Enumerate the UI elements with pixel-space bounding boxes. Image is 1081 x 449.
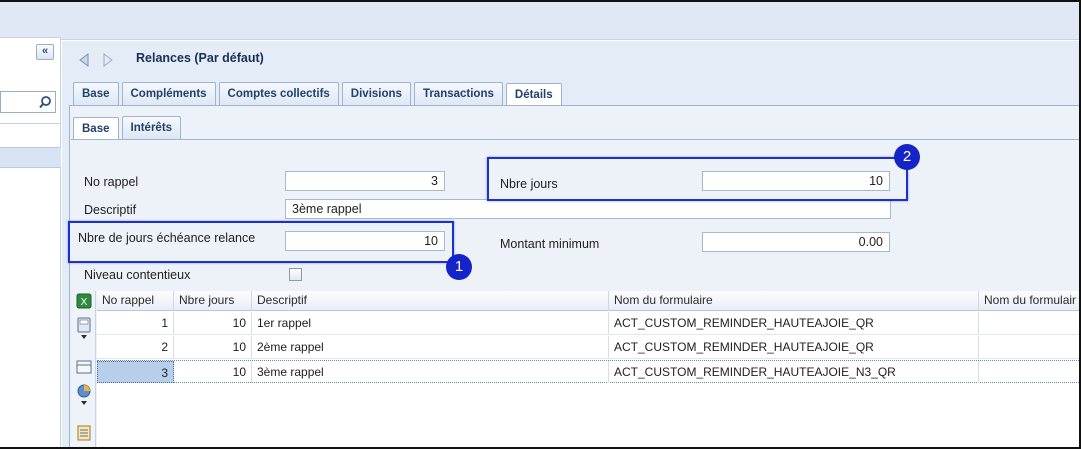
cell-nbre-jours[interactable]: 10 <box>174 336 252 358</box>
cell-descriptif[interactable]: 2ème rappel <box>252 336 609 358</box>
tab-complements[interactable]: Compléments <box>121 82 216 106</box>
sub-tabs: Base Intérêts <box>73 116 184 141</box>
cell-descriptif[interactable]: 1er rappel <box>252 312 609 334</box>
col-header-descriptif[interactable]: Descriptif <box>252 291 609 311</box>
back-arrow-icon[interactable] <box>78 53 90 67</box>
callout-box-2 <box>487 157 908 201</box>
left-navigation-pane: « <box>0 0 61 449</box>
callout-box-1 <box>68 221 454 263</box>
col-header-nbre-jours[interactable]: Nbre jours <box>174 291 252 311</box>
cell-no-rappel[interactable]: 3 <box>97 361 174 383</box>
grid-header: No rappel Nbre jours Descriptif Nom du f… <box>97 291 1081 311</box>
cell-nom-formulaire-2[interactable] <box>979 361 1081 383</box>
col-header-nom-formulaire-2[interactable]: Nom du formulair <box>979 291 1081 311</box>
cell-descriptif[interactable]: 3ème rappel <box>252 361 609 383</box>
grid-toolbar: X <box>72 291 96 449</box>
cell-nom-formulaire-2[interactable] <box>979 336 1081 358</box>
table-row[interactable]: 2 10 2ème rappel ACT_CUSTOM_REMINDER_HAU… <box>97 336 1081 359</box>
svg-text:X: X <box>81 297 88 308</box>
table-row[interactable]: 1 10 1er rappel ACT_CUSTOM_REMINDER_HAUT… <box>97 312 1081 335</box>
callout-badge-2: 2 <box>894 144 920 170</box>
subtab-interets[interactable]: Intérêts <box>121 116 182 140</box>
chart-dropdown-icon[interactable] <box>76 399 92 407</box>
left-divider <box>0 123 61 124</box>
collapse-pane-button[interactable]: « <box>36 44 54 60</box>
save-layout-dropdown-icon[interactable] <box>76 333 92 341</box>
cell-nom-formulaire[interactable]: ACT_CUSTOM_REMINDER_HAUTEAJOIE_N3_QR <box>609 361 979 383</box>
forward-arrow-icon[interactable] <box>102 53 114 67</box>
excel-export-icon[interactable]: X <box>76 293 92 309</box>
montant-minimum-field[interactable]: 0.00 <box>702 232 890 252</box>
niveau-contentieux-checkbox[interactable] <box>289 268 302 281</box>
columns-icon[interactable] <box>76 359 92 375</box>
descriptif-field[interactable]: 3ème rappel <box>285 199 891 219</box>
cell-nbre-jours[interactable]: 10 <box>174 312 252 334</box>
cell-nbre-jours[interactable]: 10 <box>174 361 252 383</box>
cell-nom-formulaire-2[interactable] <box>979 312 1081 334</box>
no-rappel-label: No rappel <box>84 175 139 189</box>
report-icon[interactable] <box>76 425 92 441</box>
cell-nom-formulaire[interactable]: ACT_CUSTOM_REMINDER_HAUTEAJOIE_QR <box>609 336 979 358</box>
callout-badge-1: 1 <box>446 254 472 280</box>
left-selected-item[interactable] <box>0 147 61 168</box>
descriptif-label: Descriptif <box>84 203 137 217</box>
left-header-tab <box>0 2 61 38</box>
left-search-input[interactable] <box>0 91 56 113</box>
montant-minimum-label: Montant minimum <box>500 237 600 251</box>
no-rappel-field[interactable]: 3 <box>285 171 445 191</box>
table-row-selected[interactable]: 3 10 3ème rappel ACT_CUSTOM_REMINDER_HAU… <box>97 360 1081 383</box>
col-header-nom-formulaire[interactable]: Nom du formulaire <box>609 291 979 311</box>
subtab-base[interactable]: Base <box>73 117 119 141</box>
tab-details[interactable]: Détails <box>505 83 562 107</box>
cell-nom-formulaire[interactable]: ACT_CUSTOM_REMINDER_HAUTEAJOIE_QR <box>609 312 979 334</box>
save-layout-icon[interactable] <box>76 317 92 333</box>
main-tabs: Base Compléments Comptes collectifs Divi… <box>73 82 565 107</box>
chart-icon[interactable] <box>76 383 92 399</box>
tab-transactions[interactable]: Transactions <box>413 82 503 106</box>
tab-divisions[interactable]: Divisions <box>341 82 411 106</box>
reminders-grid: No rappel Nbre jours Descriptif Nom du f… <box>97 291 1081 449</box>
tab-base[interactable]: Base <box>73 82 119 106</box>
tab-comptes-collectifs[interactable]: Comptes collectifs <box>218 82 339 106</box>
col-header-no-rappel[interactable]: No rappel <box>97 291 174 311</box>
cell-no-rappel[interactable]: 1 <box>97 312 174 334</box>
page-title: Relances (Par défaut) <box>136 51 264 65</box>
top-ribbon-strip <box>61 2 1081 40</box>
cell-no-rappel[interactable]: 2 <box>97 336 174 358</box>
search-icon[interactable] <box>38 95 53 109</box>
niveau-contentieux-label: Niveau contentieux <box>84 268 191 282</box>
